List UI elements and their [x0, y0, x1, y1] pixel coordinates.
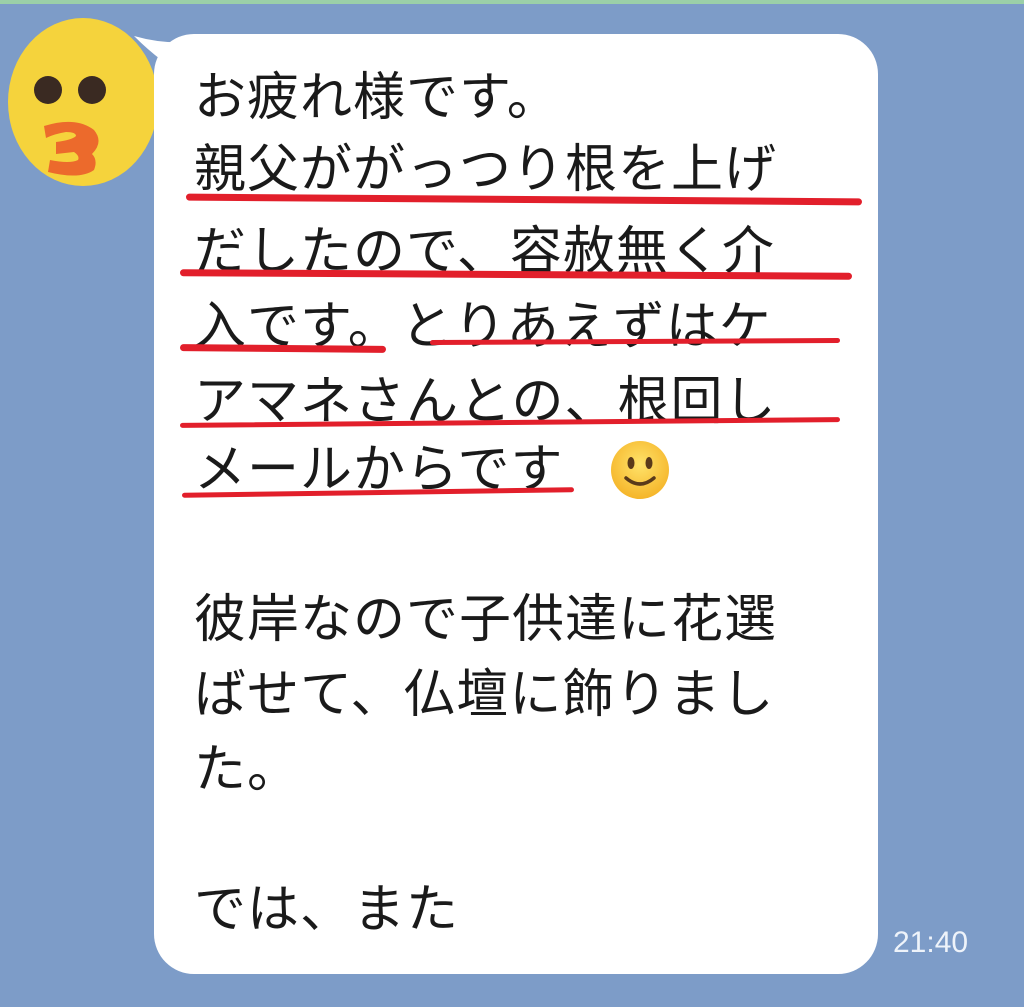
avatar-mouth: [44, 121, 99, 176]
message-line-8: ばせて、仏壇に飾りまし: [194, 665, 775, 725]
message-timestamp: 21:40: [893, 926, 969, 959]
message-line-10: では、また: [194, 880, 460, 940]
top-strip: [0, 0, 1024, 4]
message-line-1: お疲れ様です。: [194, 68, 560, 128]
slightly-smiling-face-icon: [611, 441, 669, 499]
message-line-2: 親父ががっつり根を上げ: [194, 140, 778, 200]
message-line-7: 彼岸なので子供達に花選: [194, 590, 778, 650]
avatar-left-eye: [34, 76, 62, 104]
message-line-9: た。: [194, 740, 301, 800]
avatar-right-eye: [78, 76, 106, 104]
